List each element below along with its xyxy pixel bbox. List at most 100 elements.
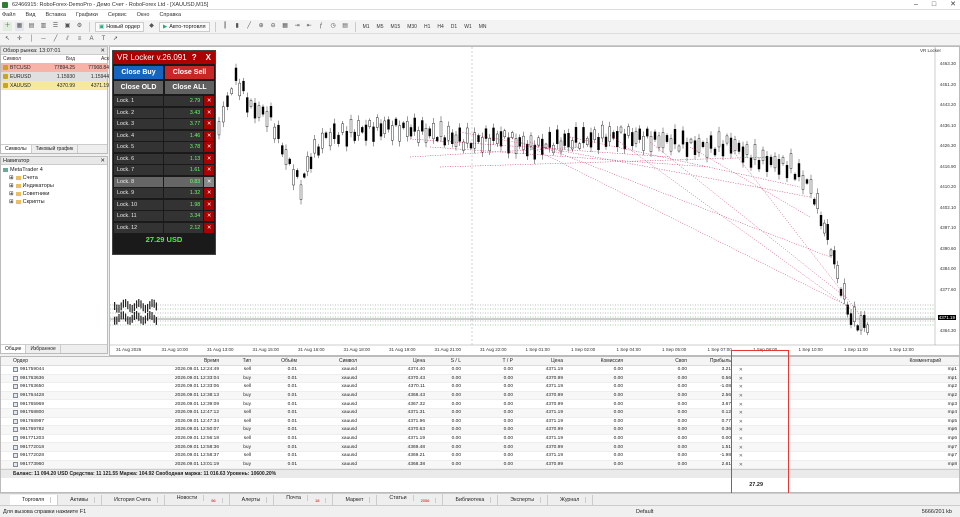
order-row[interactable]: 991763650 2026.09.01 12:33:06 sell 0.01 xauu…: [1, 383, 959, 392]
lock-label[interactable]: Lock. 11: [114, 211, 163, 221]
tab-common[interactable]: Общие: [1, 345, 27, 353]
close-panel-button[interactable]: X: [206, 53, 211, 62]
order-row[interactable]: 991759044 2026.09.01 12:24:49 sell 0.01 xauu…: [1, 366, 959, 375]
lock-close-button[interactable]: ✕: [204, 153, 214, 164]
order-row[interactable]: 991772018 2026.09.01 12:58:36 buy 0.01 xauus…: [1, 443, 959, 452]
tree-item-indicators[interactable]: ⊞ Индикаторы: [3, 182, 105, 190]
maximize-icon[interactable]: □: [932, 0, 936, 10]
close-old-button[interactable]: Close OLD: [114, 81, 163, 94]
lock-label[interactable]: Lock. 12: [114, 222, 163, 233]
new-order-button[interactable]: ▣ Новый ордер: [95, 21, 145, 32]
indicators-icon[interactable]: ƒ: [317, 22, 326, 31]
terminal-tab[interactable]: Эксперты: [498, 494, 549, 505]
lock-close-button[interactable]: ✕: [204, 211, 214, 221]
lock-close-button[interactable]: ✕: [204, 119, 214, 129]
market-watch-row[interactable]: XAUUSD 4370.99 4371.19: [1, 81, 109, 90]
order-row[interactable]: 991773960 2026.09.01 13:01:19 buy 0.01 xauus…: [1, 460, 959, 470]
chart-canvas[interactable]: [110, 47, 960, 356]
order-row[interactable]: 991768997 2026.09.01 12:47:34 sell 0.01 xauu…: [1, 418, 959, 427]
expand-icon[interactable]: ⊞: [9, 174, 14, 182]
order-row[interactable]: 991765969 2026.09.01 12:39:09 buy 0.01 xauus…: [1, 400, 959, 409]
menu-tools[interactable]: Сервис: [108, 12, 127, 18]
templates-icon[interactable]: ▤: [341, 22, 350, 31]
lock-close-button[interactable]: ✕: [204, 222, 214, 233]
lock-close-button[interactable]: ✕: [204, 96, 214, 106]
tf-mn[interactable]: MN: [477, 24, 489, 30]
lock-label[interactable]: Lock. 10: [114, 199, 163, 210]
label-icon[interactable]: T: [99, 35, 108, 44]
lock-label[interactable]: Lock. 9: [114, 188, 163, 198]
auto-trading-button[interactable]: ▶ Авто-торговля: [159, 21, 210, 32]
lock-close-button[interactable]: ✕: [204, 188, 214, 198]
lock-close-button[interactable]: ✕: [204, 130, 214, 141]
tree-root[interactable]: MetaTrader 4: [3, 166, 105, 174]
lock-close-button[interactable]: ✕: [204, 142, 214, 152]
expand-icon[interactable]: ⊞: [9, 190, 14, 198]
zoom-in-icon[interactable]: ⊕: [257, 22, 266, 31]
market-watch-row[interactable]: BTCUSD 77894.25 77908.84: [1, 63, 109, 72]
menu-charts[interactable]: Графики: [76, 12, 98, 18]
lock-label[interactable]: Lock. 2: [114, 107, 163, 118]
terminal-tab[interactable]: Библиотека: [443, 494, 499, 505]
lock-label[interactable]: Lock. 6: [114, 153, 163, 164]
tf-w1[interactable]: W1: [462, 24, 474, 30]
minimize-icon[interactable]: –: [914, 0, 918, 10]
terminal-tab[interactable]: История Счета: [102, 494, 165, 505]
tree-item-accounts[interactable]: ⊞ Счета: [3, 174, 105, 182]
arrow-icon[interactable]: ➚: [111, 35, 120, 44]
terminal-tab[interactable]: Активы: [58, 494, 103, 505]
menu-help[interactable]: Справка: [159, 12, 181, 18]
menu-view[interactable]: Вид: [26, 12, 36, 18]
horizontal-line-icon[interactable]: ─: [39, 35, 48, 44]
terminal-tab[interactable]: Маркет: [333, 494, 378, 505]
new-chart-icon[interactable]: ＋: [3, 22, 12, 31]
terminal-tab[interactable]: Торговля: [10, 494, 59, 505]
lock-label[interactable]: Lock. 5: [114, 142, 163, 152]
tab-symbols[interactable]: Символы: [1, 145, 32, 153]
tf-m1[interactable]: M1: [361, 24, 372, 30]
menu-file[interactable]: Файл: [2, 12, 16, 18]
terminal-tab[interactable]: Статьи 2056: [377, 493, 444, 506]
close-all-button[interactable]: Close ALL: [165, 81, 214, 94]
terminal-tab[interactable]: Журнал: [548, 494, 594, 505]
shift-icon[interactable]: ⇤: [305, 22, 314, 31]
line-chart-icon[interactable]: ╱: [245, 22, 254, 31]
tf-d1[interactable]: D1: [449, 24, 459, 30]
lock-label[interactable]: Lock. 1: [114, 96, 163, 106]
lock-close-button[interactable]: ✕: [204, 165, 214, 175]
order-row[interactable]: 991763636 2026.09.01 12:33:04 buy 0.01 xauus…: [1, 374, 959, 384]
menu-window[interactable]: Окно: [137, 12, 150, 18]
close-icon[interactable]: ✕: [100, 47, 105, 55]
close-sell-button[interactable]: Close Sell: [165, 66, 214, 79]
close-icon[interactable]: ✕: [100, 157, 105, 165]
terminal-tab[interactable]: Алерты: [230, 494, 275, 505]
zoom-out-icon[interactable]: ⊖: [269, 22, 278, 31]
cursor-icon[interactable]: ↖: [3, 35, 12, 44]
terminal-tab[interactable]: Почта 18: [274, 493, 334, 506]
metaeditor-icon[interactable]: ◆: [147, 22, 156, 31]
lock-close-button[interactable]: ✕: [204, 176, 214, 187]
tf-m15[interactable]: M15: [389, 24, 403, 30]
trendline-icon[interactable]: ╱: [51, 35, 60, 44]
navigator-icon[interactable]: ☰: [51, 22, 60, 31]
market-watch-icon[interactable]: ▤: [27, 22, 36, 31]
lock-label[interactable]: Lock. 3: [114, 119, 163, 129]
lock-close-button[interactable]: ✕: [204, 199, 214, 210]
close-icon[interactable]: ✕: [950, 0, 956, 10]
expand-icon[interactable]: ⊞: [9, 182, 14, 190]
lock-label[interactable]: Lock. 8: [114, 176, 163, 187]
bar-chart-icon[interactable]: ┃: [221, 22, 230, 31]
help-button[interactable]: ?: [192, 53, 197, 62]
crosshair-icon[interactable]: ✛: [15, 35, 24, 44]
candle-chart-icon[interactable]: ▮: [233, 22, 242, 31]
profiles-icon[interactable]: ▦: [15, 22, 24, 31]
lock-label[interactable]: Lock. 7: [114, 165, 163, 175]
fibonacci-icon[interactable]: ≡: [75, 35, 84, 44]
order-row[interactable]: 991769782 2026.09.01 12:50:07 buy 0.01 xauus…: [1, 426, 959, 435]
lock-close-button[interactable]: ✕: [204, 107, 214, 118]
tf-h4[interactable]: H4: [435, 24, 445, 30]
terminal-tab[interactable]: Новости 56: [165, 493, 230, 506]
market-watch-row[interactable]: EURUSD 1.15930 1.15944: [1, 72, 109, 81]
status-profile[interactable]: Default: [636, 509, 653, 515]
expand-icon[interactable]: ⊞: [9, 198, 14, 206]
